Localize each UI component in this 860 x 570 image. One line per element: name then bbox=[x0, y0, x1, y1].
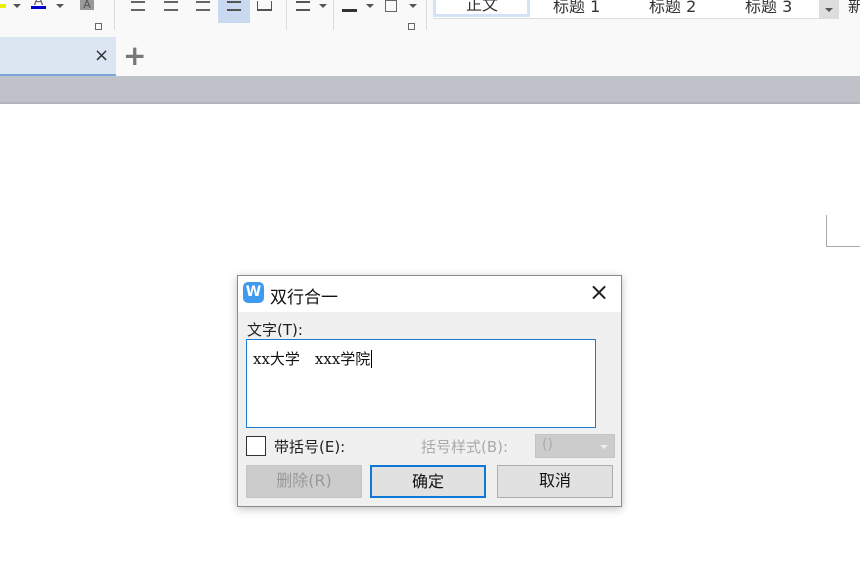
wps-app-icon: W bbox=[243, 282, 264, 303]
char-shading-icon[interactable]: A bbox=[80, 0, 94, 10]
style-heading-3[interactable]: 标题 3 bbox=[745, 0, 792, 17]
align-left-icon[interactable] bbox=[131, 1, 145, 11]
styles-more-button[interactable] bbox=[819, 0, 839, 19]
delete-button[interactable]: 删除(R) bbox=[246, 465, 362, 498]
document-tab[interactable]: × bbox=[0, 37, 116, 76]
chevron-down-icon[interactable] bbox=[319, 4, 327, 8]
chevron-down-icon[interactable] bbox=[366, 4, 374, 8]
bracket-style-select[interactable]: () bbox=[535, 434, 615, 458]
dialog-launcher-icon[interactable] bbox=[95, 23, 102, 30]
bracket-checkbox[interactable] bbox=[246, 436, 266, 456]
ruler-area bbox=[0, 76, 860, 104]
chevron-down-icon[interactable] bbox=[56, 4, 64, 8]
close-icon[interactable]: × bbox=[586, 280, 612, 306]
chevron-down-icon bbox=[600, 445, 608, 449]
combine-two-lines-dialog: W 双行合一 × 文字(T): xx大学 xxx学院 带括号(E): 括号样式(… bbox=[237, 275, 622, 507]
highlight-color-icon[interactable] bbox=[0, 4, 6, 8]
style-heading-2[interactable]: 标题 2 bbox=[649, 0, 696, 17]
bracket-style-label: 括号样式(B): bbox=[421, 438, 509, 456]
style-heading-1[interactable]: 标题 1 bbox=[553, 0, 600, 17]
ribbon-toolbar: A A 正文 标题 1 标题 2 标题 3 新 bbox=[0, 0, 860, 37]
document-tab-bar: × + bbox=[0, 37, 860, 76]
align-center-icon[interactable] bbox=[164, 1, 178, 11]
shading-fill-icon[interactable] bbox=[342, 0, 357, 12]
page-corner-mark bbox=[826, 215, 860, 247]
style-new[interactable]: 新 bbox=[848, 0, 860, 17]
dialog-titlebar[interactable]: W 双行合一 × bbox=[238, 276, 621, 312]
bracket-checkbox-label[interactable]: 带括号(E): bbox=[274, 436, 345, 457]
close-tab-icon[interactable]: × bbox=[94, 45, 109, 66]
dialog-title: 双行合一 bbox=[270, 288, 338, 308]
ok-button[interactable]: 确定 bbox=[370, 465, 486, 498]
font-color-icon[interactable]: A bbox=[31, 0, 46, 9]
new-tab-button[interactable]: + bbox=[123, 39, 146, 72]
chevron-down-icon[interactable] bbox=[13, 4, 21, 8]
styles-gallery: 正文 标题 1 标题 2 标题 3 bbox=[433, 0, 839, 19]
distributed-align-icon[interactable] bbox=[257, 1, 272, 11]
justify-button[interactable] bbox=[218, 0, 250, 23]
align-right-icon[interactable] bbox=[196, 1, 210, 11]
style-normal[interactable]: 正文 bbox=[433, 0, 530, 17]
dialog-launcher-icon[interactable] bbox=[408, 23, 415, 30]
cancel-button[interactable]: 取消 bbox=[497, 465, 613, 498]
text-label: 文字(T): bbox=[247, 321, 303, 339]
line-spacing-icon[interactable] bbox=[296, 1, 310, 11]
borders-icon[interactable] bbox=[385, 0, 397, 12]
chevron-down-icon[interactable] bbox=[409, 4, 417, 8]
text-input[interactable]: xx大学 xxx学院 bbox=[246, 339, 596, 428]
